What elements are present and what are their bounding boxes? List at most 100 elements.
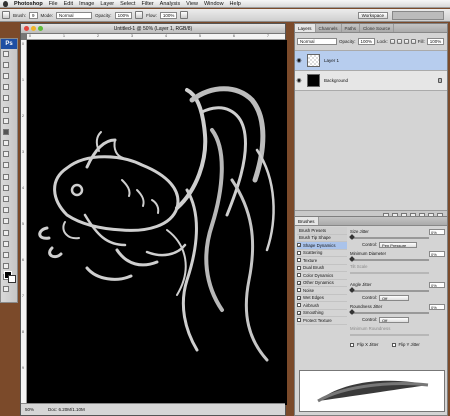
menu-select[interactable]: Select [120, 1, 135, 7]
brush-option-checkbox[interactable]: ✓ [297, 310, 301, 315]
brush-option-label: Wet Edges [303, 295, 324, 300]
fill-field[interactable]: 100% [426, 38, 445, 45]
layer-options: Normal Opacity: 100% Lock: Fill: 100% [295, 33, 447, 51]
ruler-left-tick: 4 [22, 186, 24, 190]
pen-tool-icon[interactable] [2, 207, 9, 214]
menu-window[interactable]: Window [204, 1, 224, 7]
flip-y-checkbox[interactable] [391, 342, 396, 347]
angle-jitter-field[interactable]: 0% [429, 281, 445, 288]
brush-option-checkbox[interactable] [297, 258, 301, 263]
eye-icon[interactable]: ◉ [295, 77, 303, 84]
flow-field[interactable]: 100% [159, 11, 178, 19]
background-color-swatch[interactable] [8, 275, 16, 283]
tab-brushes[interactable]: Brushes [295, 217, 319, 225]
brush-option-checkbox[interactable] [297, 318, 301, 323]
zoom-icon[interactable] [38, 26, 43, 31]
size-jitter-slider[interactable] [349, 234, 429, 240]
ruler-left-tick: 1 [22, 78, 24, 82]
move-tool-icon[interactable] [2, 50, 9, 57]
blur-tool-icon[interactable] [2, 184, 9, 191]
brush-option-checkbox[interactable] [297, 250, 301, 255]
brush-option-checkbox[interactable] [297, 265, 301, 270]
menu-view[interactable]: View [186, 1, 198, 7]
tab-clone-source[interactable]: Clone Source [360, 24, 395, 32]
flow-label: Flow: [146, 12, 157, 18]
menu-layer[interactable]: Layer [100, 1, 114, 7]
layer-row[interactable]: ◉ Layer 1 [295, 51, 447, 71]
slice-tool-icon[interactable] [2, 106, 9, 113]
roundness-jitter-field[interactable]: 0% [429, 303, 445, 310]
menu-filter[interactable]: Filter [141, 1, 153, 7]
tab-layers[interactable]: Layers [295, 24, 316, 32]
document-size[interactable]: Doc: 6.20M/1.10M [48, 404, 85, 415]
tablet-pressure-icon[interactable] [135, 11, 144, 19]
menu-analysis[interactable]: Analysis [160, 1, 180, 7]
blend-mode-select[interactable]: Normal [297, 38, 337, 45]
zoom-level[interactable]: 50% [25, 404, 34, 415]
min-diameter-field[interactable]: 0% [429, 250, 445, 257]
size-jitter-field[interactable]: 0% [429, 228, 445, 235]
marquee-tool-icon[interactable] [2, 61, 9, 68]
menu-file[interactable]: File [49, 1, 58, 7]
roundness-jitter-slider[interactable] [349, 309, 429, 315]
tab-paths[interactable]: Paths [342, 24, 361, 32]
mode-select[interactable]: Normal [56, 11, 93, 19]
brush-option-checkbox[interactable] [297, 303, 301, 308]
healing-tool-icon[interactable] [2, 117, 9, 124]
eye-icon[interactable]: ◉ [295, 57, 303, 64]
brush-option-checkbox[interactable]: ✓ [297, 243, 301, 248]
close-icon[interactable] [24, 26, 29, 31]
brush-option-item[interactable]: Protect Texture [297, 317, 347, 325]
flip-x-checkbox[interactable] [350, 342, 354, 347]
minimize-icon[interactable] [31, 26, 36, 31]
size-control-select[interactable]: Pen Pressure [379, 241, 418, 248]
lasso-tool-icon[interactable] [2, 72, 9, 79]
lock-icon [438, 78, 442, 83]
photoshop-logo: Ps [1, 39, 17, 49]
layer-name: Background [324, 78, 349, 83]
menu-image[interactable]: Image [79, 1, 94, 7]
menu-edit[interactable]: Edit [64, 1, 73, 7]
apple-icon[interactable] [3, 0, 8, 7]
crop-tool-icon[interactable] [2, 95, 9, 102]
brush-option-checkbox[interactable]: ✓ [297, 295, 301, 300]
brush-option-checkbox[interactable] [297, 288, 301, 293]
path-select-tool-icon[interactable] [2, 229, 9, 236]
workspace-button[interactable]: Workspace [357, 11, 388, 19]
stroke-preview-graphic [317, 380, 429, 403]
angle-control-select[interactable]: Off [379, 294, 410, 301]
shape-tool-icon[interactable] [2, 240, 9, 247]
lock-all-icon[interactable] [410, 39, 416, 44]
dodge-tool-icon[interactable] [2, 196, 9, 203]
angle-jitter-slider[interactable] [349, 287, 429, 293]
brush-tool-icon[interactable] [2, 128, 9, 135]
quick-select-tool-icon[interactable] [2, 84, 9, 91]
zoom-tool-icon[interactable] [2, 285, 9, 292]
opacity-field[interactable]: 100% [114, 11, 133, 19]
canvas[interactable] [27, 40, 287, 405]
lock-position-icon[interactable] [403, 39, 409, 44]
lock-pixels-icon[interactable] [396, 39, 402, 44]
brush-option-checkbox[interactable]: ✓ [297, 280, 301, 285]
roundness-control-select[interactable]: Off [379, 316, 410, 323]
notes-tool-icon[interactable] [2, 251, 9, 258]
brush-option-checkbox[interactable] [297, 273, 301, 278]
app-menu[interactable]: Photoshop [14, 1, 43, 7]
min-diameter-slider[interactable] [349, 256, 429, 262]
clone-stamp-tool-icon[interactable] [2, 140, 9, 147]
eraser-tool-icon[interactable] [2, 162, 9, 169]
menu-help[interactable]: Help [230, 1, 241, 7]
gradient-tool-icon[interactable] [2, 173, 9, 180]
lock-transparency-icon[interactable] [389, 39, 395, 44]
layer-opacity-field[interactable]: 100% [357, 38, 376, 45]
type-tool-icon[interactable] [2, 218, 9, 225]
airbrush-icon[interactable] [180, 11, 189, 19]
shape-dynamics-settings: Size Jitter 0% Control: Pen Pressure Minim… [349, 227, 445, 357]
layer-row[interactable]: ◉ Background [295, 71, 447, 91]
brush-tool-icon[interactable] [2, 11, 10, 19]
brushes-panel: Brushes Brush Presets Brush Tip Shape ✓ Sha… [294, 216, 448, 416]
brush-size-picker[interactable]: 9 [29, 11, 38, 19]
tab-channels[interactable]: Channels [316, 24, 342, 32]
eyedropper-tool-icon[interactable] [2, 263, 9, 270]
history-brush-tool-icon[interactable] [2, 151, 9, 158]
